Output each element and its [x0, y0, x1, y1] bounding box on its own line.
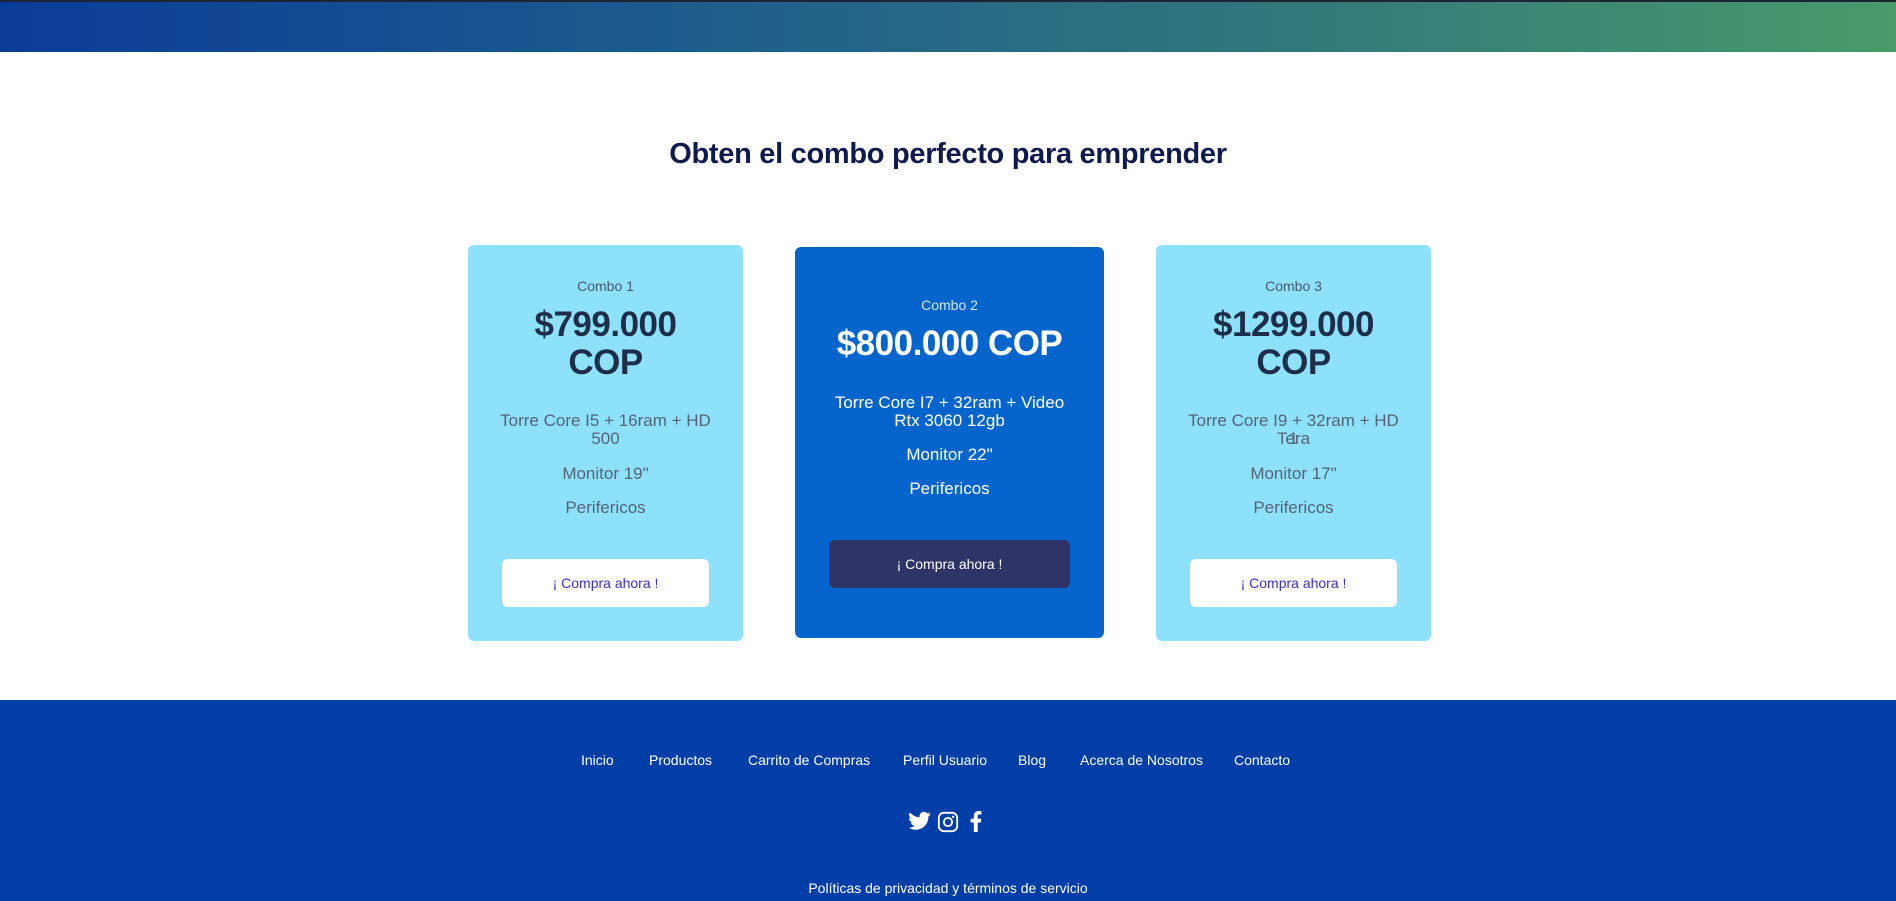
combo-name: Combo 1	[577, 278, 634, 294]
footer-link-blog[interactable]: Blog	[1018, 752, 1046, 768]
header-banner	[0, 0, 1896, 52]
twitter-icon[interactable]	[908, 811, 931, 836]
combo-price-amount: $799.000	[534, 305, 677, 344]
combo-card-3: Combo 3 $1299.000 COP Torre Core I9 + 32…	[1156, 245, 1431, 641]
combo-feature-tower: Torre Core I7 + 32ram + Video	[834, 393, 1065, 412]
section-title: Obten el combo perfecto para emprender	[669, 138, 1227, 170]
facebook-icon[interactable]	[970, 811, 982, 837]
privacy-terms-link[interactable]: Políticas de privacidad y términos de se…	[0, 880, 1896, 896]
footer	[0, 700, 1896, 901]
combo-price: $800.000 COP	[836, 324, 1063, 363]
combo-feature-peripherals: Perifericos	[909, 479, 990, 498]
footer-link-acerca[interactable]: Acerca de Nosotros	[1080, 752, 1203, 768]
combo-feature-video: Rtx 3060 12gb	[894, 411, 1005, 430]
buy-now-button[interactable]: ¡ Compra ahora !	[829, 540, 1070, 588]
combo-name: Combo 3	[1265, 278, 1322, 294]
footer-link-perfil[interactable]: Perfil Usuario	[903, 752, 987, 768]
combo-feature-peripherals: Perifericos	[1253, 498, 1334, 517]
combo-card-1: Combo 1 $799.000 COP Torre Core I5 + 16r…	[468, 245, 743, 641]
buy-now-button[interactable]: ¡ Compra ahora !	[502, 559, 709, 607]
combo-feature-monitor: Monitor 19"	[562, 464, 649, 483]
buy-now-button[interactable]: ¡ Compra ahora !	[1190, 559, 1397, 607]
combo-price-currency: COP	[1256, 343, 1331, 382]
combo-name: Combo 2	[921, 297, 978, 313]
footer-link-productos[interactable]: Productos	[649, 752, 712, 768]
footer-link-contacto[interactable]: Contacto	[1234, 752, 1290, 768]
combo-price-amount: $1299.000	[1213, 305, 1374, 344]
combo-price-currency: COP	[568, 343, 643, 382]
combo-feature-tower: Torre Core I5 + 16ram + HD	[500, 411, 711, 430]
combo-card-2: Combo 2 $800.000 COP Torre Core I7 + 32r…	[795, 247, 1104, 638]
combo-feature-storage: 500	[591, 429, 620, 448]
footer-link-carrito[interactable]: Carrito de Compras	[748, 752, 870, 768]
footer-link-inicio[interactable]: Inicio	[581, 752, 614, 768]
combo-feature-storage: Tera	[1276, 429, 1311, 448]
combo-feature-monitor: Monitor 17"	[1250, 464, 1337, 483]
combo-feature-peripherals: Perifericos	[565, 498, 646, 517]
instagram-icon[interactable]	[937, 811, 959, 838]
combo-feature-monitor: Monitor 22"	[906, 445, 993, 464]
